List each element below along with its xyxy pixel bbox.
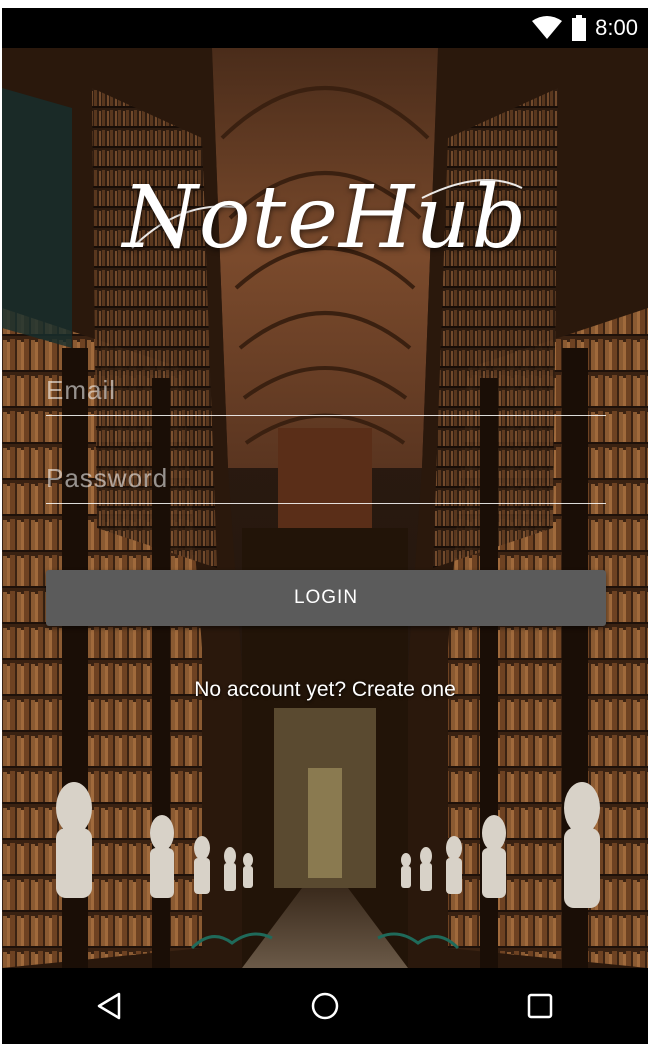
back-button[interactable]	[80, 976, 140, 1036]
device-screen: 8:00 NoteHub Email LOGIN No account yet?…	[2, 8, 648, 1044]
email-field-container	[46, 366, 606, 416]
create-account-link[interactable]: No account yet? Create one	[2, 678, 648, 702]
wifi-icon	[532, 16, 563, 39]
password-field-container	[46, 454, 606, 504]
clock: 8:00	[595, 15, 638, 40]
status-bar: 8:00	[2, 8, 648, 48]
recents-icon	[528, 993, 553, 1019]
back-icon	[97, 992, 120, 1020]
login-button[interactable]: LOGIN	[46, 570, 606, 626]
navigation-bar	[2, 968, 648, 1044]
home-button[interactable]	[295, 976, 355, 1036]
app-logo: NoteHub	[122, 168, 528, 268]
password-field[interactable]	[46, 454, 606, 503]
email-field[interactable]	[46, 366, 606, 415]
home-icon	[311, 992, 339, 1020]
recents-button[interactable]	[510, 976, 570, 1036]
battery-icon	[572, 15, 587, 41]
